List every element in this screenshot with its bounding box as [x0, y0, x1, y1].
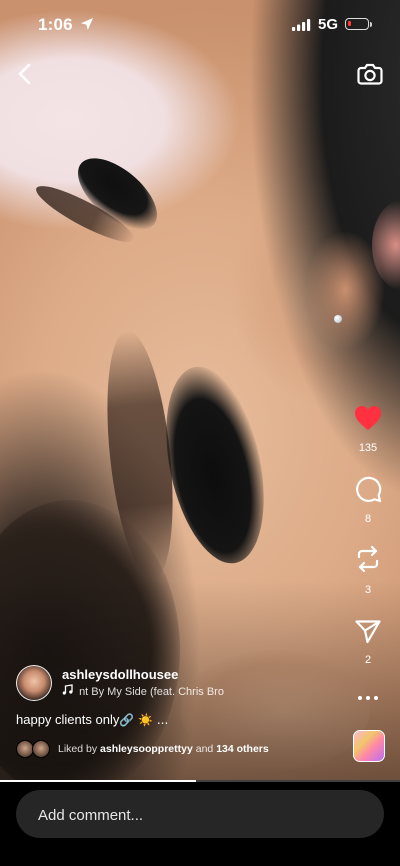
- like-button[interactable]: 135: [336, 404, 400, 454]
- liker-avatar-2: [32, 740, 50, 758]
- comment-button[interactable]: 8: [336, 475, 400, 525]
- avatar[interactable]: [16, 665, 52, 701]
- network-type: 5G: [318, 16, 339, 33]
- liked-by-user[interactable]: ashleysoopprettyy: [100, 743, 193, 755]
- location-arrow-icon: [81, 18, 93, 30]
- battery-tip: [370, 22, 372, 27]
- liked-by-others[interactable]: 134 others: [216, 743, 269, 755]
- caption-emoji: 🔗 ☀️ ...: [119, 713, 169, 727]
- comment-bar: [0, 782, 400, 866]
- liked-by-prefix: Liked by: [58, 743, 101, 755]
- heart-filled-icon: [355, 406, 381, 430]
- paper-plane-icon: [355, 620, 381, 644]
- music-note-icon: [62, 684, 76, 698]
- caption[interactable]: happy clients only🔗 ☀️ ...: [16, 712, 168, 727]
- like-count: 135: [358, 442, 378, 454]
- comment-field-container[interactable]: [16, 790, 384, 840]
- post-author: ashleysdollhousee nt By My Side (feat. C…: [16, 664, 346, 701]
- music-title: nt By My Side (feat. Chris Bro: [79, 686, 224, 698]
- music-ticker[interactable]: nt By My Side (feat. Chris Bro: [62, 684, 242, 698]
- status-bar: 1:06 5G: [0, 0, 400, 52]
- more-horizontal-icon: [358, 696, 378, 700]
- liked-by-suffix: and: [192, 743, 217, 755]
- caption-text: happy clients only: [16, 712, 120, 727]
- comment-input[interactable]: [36, 790, 370, 840]
- liked-by-text: Liked by ashleysoopprettyy and 134 other…: [58, 743, 269, 755]
- share-button[interactable]: 2: [336, 618, 400, 666]
- video-nose-stud: [334, 315, 342, 323]
- audio-thumbnail[interactable]: [353, 730, 385, 762]
- cellular-signal-icon: [292, 19, 311, 31]
- chevron-left-icon[interactable]: [12, 60, 38, 88]
- comment-count: 8: [364, 513, 372, 525]
- camera-icon[interactable]: [356, 60, 384, 88]
- liked-by-row[interactable]: Liked by ashleysoopprettyy and 134 other…: [16, 740, 336, 760]
- status-time: 1:06: [38, 15, 73, 34]
- battery-icon: [345, 18, 369, 30]
- battery-level: [348, 21, 352, 26]
- remix-count: 3: [364, 584, 372, 596]
- remix-arrows-icon: [357, 545, 379, 573]
- comment-bubble-icon: [356, 476, 382, 503]
- username[interactable]: ashleysdollhousee: [62, 667, 178, 682]
- remix-button[interactable]: 3: [336, 544, 400, 596]
